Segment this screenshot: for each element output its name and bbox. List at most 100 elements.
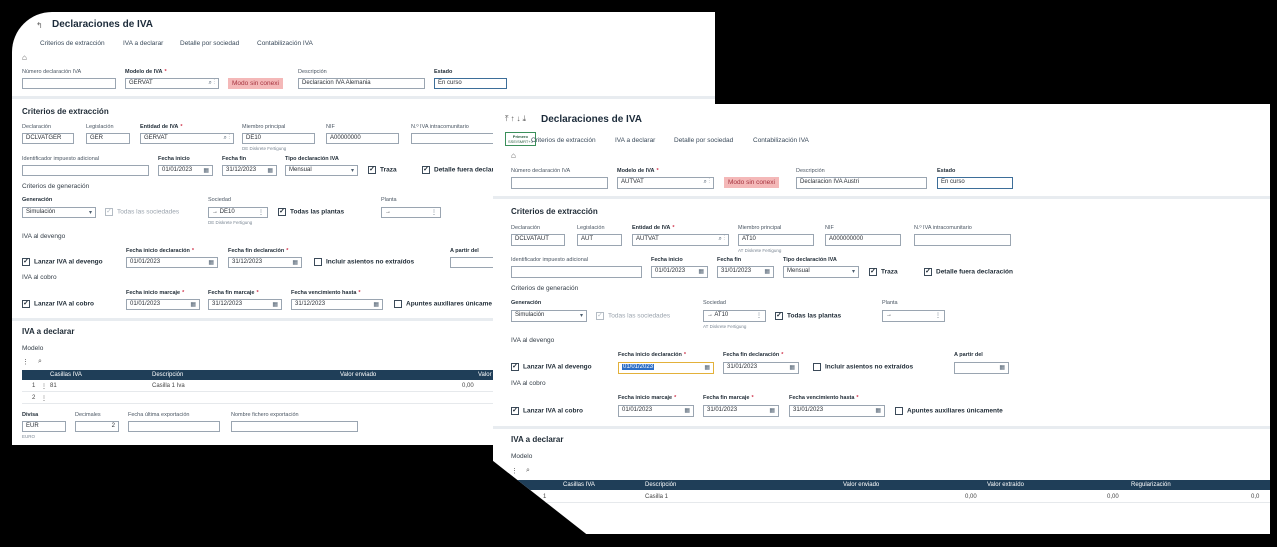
col-valor-enviado[interactable]: Valor enviado [340,372,376,378]
todas-sociedades-checkbox[interactable]: ✓ Todas las sociedades [105,208,179,216]
more-icon[interactable]: ⋮ [258,209,264,216]
tab-iva-declarar[interactable]: IVA a declarar [615,137,655,144]
menu-icon[interactable]: ⋮ [22,358,29,366]
entidad-field[interactable]: AUTVAT ⌕ ⋮ [632,234,729,246]
decimales-field[interactable]: 2 [75,421,119,432]
row-menu-icon[interactable]: ⋮ [41,395,47,402]
lanzar-cobro-checkbox[interactable]: ✓ Lanzar IVA al cobro [22,300,94,308]
declaracion-field[interactable]: DCLVATAUT [511,234,565,246]
fecha-fin-field[interactable]: 31/12/2023 ▦ [222,165,277,176]
todas-plantas-checkbox[interactable]: ✓ Todas las plantas [278,208,344,216]
miembro-field[interactable]: AT10 [738,234,814,246]
sociedad-field[interactable]: → DE10 ⋮ [208,207,268,218]
todas-sociedades-checkbox[interactable]: ✓ Todas las sociedades [596,312,670,320]
entidad-field[interactable]: GERVAT ⌕ ⋮ [140,133,234,144]
search-icon[interactable]: ⌕ [526,467,530,475]
search-icon[interactable]: ⌕ ⋮ [208,80,215,87]
intra-field[interactable] [914,234,1011,246]
lanzar-cobro-checkbox[interactable]: ✓ Lanzar IVA al cobro [511,407,583,415]
detalle-checkbox[interactable]: ✓ Detalle fuera declaración [924,268,1013,276]
calendar-icon[interactable]: ▦ [208,259,214,266]
search-icon[interactable]: ⌕ ⋮ [223,135,230,142]
miembro-field[interactable]: DE10 [242,133,315,144]
nombre-field[interactable] [231,421,358,432]
modelo-field[interactable]: AUTVAT ⌕ ⋮ [617,177,714,189]
fecha-inicio-field[interactable]: 01/01/2023 ▦ [651,266,708,278]
table-row[interactable]: 1 Casilla 1 0,00 0,00 0,0 [511,493,1270,503]
calendar-icon[interactable]: ▦ [875,407,881,414]
calendar-icon[interactable]: ▦ [789,364,795,371]
row-menu-icon[interactable]: ⋮ [41,383,47,390]
more-icon[interactable]: ⋮ [935,312,941,319]
calendar-icon[interactable]: ▦ [769,407,775,414]
intra-field[interactable] [411,133,501,144]
incluir-checkbox[interactable]: Incluir asientos no extraídos [813,363,913,371]
desc-field[interactable]: Declaracion IVA Austri [796,177,927,189]
col-valor-extraido[interactable]: Valor extraído [987,482,1024,488]
nif-field[interactable]: A00000000 [326,133,399,144]
col-valor[interactable]: Valor [478,372,492,378]
menu-icon[interactable]: ⋮ [511,467,518,475]
search-icon[interactable]: ⌕ [38,358,42,366]
numero-field[interactable] [511,177,608,189]
col-valor-enviado[interactable]: Valor enviado [843,482,879,488]
more-icon[interactable]: ⋮ [431,209,437,216]
ffm-field[interactable]: 31/12/2023 ▦ [208,299,282,310]
modelo-field[interactable]: GERVAT ⌕ ⋮ [125,78,219,89]
search-icon[interactable]: ⌕ ⋮ [718,236,725,243]
calendar-icon[interactable]: ▦ [203,167,209,174]
home-icon[interactable]: ⌂ [511,151,516,160]
lanzar-devengo-checkbox[interactable]: ✓ Lanzar IVA al devengo [511,363,592,371]
col-casillas[interactable]: Casillas IVA [50,372,82,378]
planta-field[interactable]: → ⋮ [882,310,945,322]
calendar-icon[interactable]: ▦ [272,301,278,308]
calendar-icon[interactable]: ▦ [373,301,379,308]
col-regularizacion[interactable]: Regularización [1131,482,1171,488]
detalle-checkbox[interactable]: ✓ Detalle fuera declar [422,166,494,174]
calendar-icon[interactable]: ▦ [267,167,273,174]
identificador-field[interactable] [22,165,149,176]
calendar-icon[interactable]: ▦ [190,301,196,308]
nif-field[interactable]: A000000000 [825,234,901,246]
fid-field[interactable]: 01/01/2023 ▦ [126,257,218,268]
ffd-field[interactable]: 31/12/2023 ▦ [228,257,302,268]
search-icon[interactable]: ⌕ ⋮ [703,179,710,186]
tab-contabilizacion[interactable]: Contabilización IVA [753,137,809,144]
declaracion-field[interactable]: DCLVATGER [22,133,74,144]
traza-checkbox[interactable]: ✓ Traza [368,166,397,174]
home-icon[interactable]: ⌂ [22,53,27,62]
col-descripcion[interactable]: Descripción [152,372,183,378]
tab-contabilizacion[interactable]: Contabilización IVA [257,40,313,47]
back-arrow-icon[interactable]: ↰ [36,21,43,30]
identificador-field[interactable] [511,266,642,278]
tab-criterios[interactable]: Criterios de extracción [40,40,105,47]
fim-field[interactable]: 01/01/2023 ▦ [618,405,694,417]
col-casillas[interactable]: Casillas IVA [563,482,595,488]
tab-detalle-sociedad[interactable]: Detalle por sociedad [674,137,733,144]
more-icon[interactable]: ⋮ [756,312,762,319]
desc-field[interactable]: Declaracion IVA Alemania [298,78,425,89]
table-row[interactable]: 2 ⋮ [22,394,515,404]
fvh-field[interactable]: 31/01/2023 ▦ [789,405,885,417]
divisa-field[interactable]: EUR [22,421,66,432]
tipo-select[interactable]: Mensual ▾ [285,165,358,176]
fecha-inicio-field[interactable]: 01/01/2023 ▦ [158,165,213,176]
tipo-select[interactable]: Mensual ▾ [783,266,859,278]
table-row[interactable]: 1 ⋮ 81 Casilla 1 Iva 0,00 [22,382,515,392]
col-descripcion[interactable]: Descripción [645,482,676,488]
generacion-select[interactable]: Simulación ▾ [22,207,96,218]
tab-iva-declarar[interactable]: IVA a declarar [123,40,163,47]
calendar-icon[interactable]: ▦ [999,364,1005,371]
traza-checkbox[interactable]: ✓ Traza [869,268,898,276]
ffm-field[interactable]: 31/01/2023 ▦ [703,405,779,417]
calendar-icon[interactable]: ▦ [764,268,770,275]
fvh-field[interactable]: 31/12/2023 ▦ [291,299,383,310]
todas-plantas-checkbox[interactable]: ✓ Todas las plantas [775,312,841,320]
calendar-icon[interactable]: ▦ [292,259,298,266]
calendar-icon[interactable]: ▦ [698,268,704,275]
apuntes-checkbox[interactable]: Apuntes auxiliares únicamente [895,407,1003,415]
generacion-select[interactable]: Simulación ▾ [511,310,587,322]
planta-field[interactable]: → ⋮ [381,207,441,218]
tab-criterios[interactable]: Criterios de extracción [531,137,596,144]
calendar-icon[interactable]: ▦ [684,407,690,414]
